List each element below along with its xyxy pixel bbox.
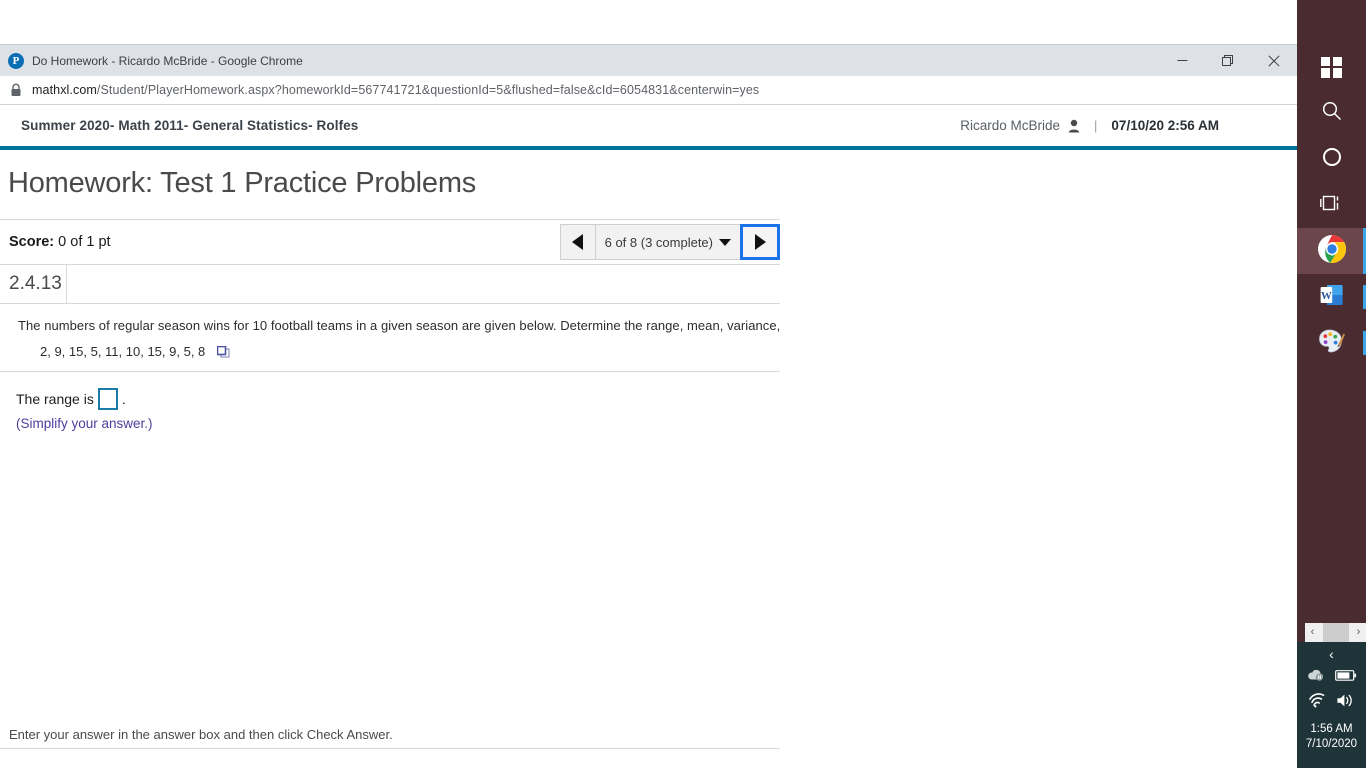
taskbar-item-word[interactable]: W: [1297, 274, 1366, 320]
page-title: Homework: Test 1 Practice Problems: [8, 167, 477, 199]
onedrive-paused-icon[interactable]: [1307, 668, 1325, 687]
url-path: /Student/PlayerHomework.aspx?homeworkId=…: [96, 83, 760, 97]
accent-rule: [0, 146, 1297, 150]
lock-icon: [10, 83, 22, 97]
window-controls: [1159, 45, 1297, 76]
cortana-icon: [1321, 146, 1343, 173]
user-avatar-icon[interactable]: [1068, 119, 1080, 133]
address-bar[interactable]: mathxl.com/Student/PlayerHomework.aspx?h…: [0, 76, 1297, 105]
windows-logo-icon: [1321, 56, 1342, 78]
triangle-right-icon: [754, 234, 766, 250]
question-data-set: 2, 9, 15, 5, 11, 10, 15, 9, 5, 8: [40, 344, 780, 359]
cortana-button[interactable]: [1297, 136, 1366, 182]
question-number: 2.4.13: [9, 273, 62, 294]
url-text: mathxl.com/Student/PlayerHomework.aspx?h…: [32, 83, 759, 97]
scroll-right-arrow[interactable]: ›: [1351, 623, 1366, 642]
question-number-row: 2.4.13: [0, 265, 780, 303]
answer-divider: [0, 371, 780, 372]
next-question-button[interactable]: [740, 224, 780, 260]
taskbar-scrollbar[interactable]: ‹ ›: [1305, 623, 1366, 642]
score-label: Score:: [9, 234, 55, 250]
course-header: Summer 2020- Math 2011- General Statisti…: [0, 105, 1297, 146]
chevron-down-icon: [719, 238, 731, 246]
pearson-p-icon: [8, 52, 24, 69]
windows-taskbar: W ‹ › ‹ 1:56 AM 7/10/2020: [1297, 0, 1366, 768]
taskbar-buttons: W: [1297, 44, 1366, 622]
taskbar-clock[interactable]: 1:56 AM 7/10/2020: [1297, 722, 1366, 752]
paint-icon: [1318, 328, 1346, 359]
battery-icon[interactable]: [1334, 669, 1357, 687]
wifi-icon[interactable]: [1308, 693, 1326, 713]
scroll-left-arrow[interactable]: ‹: [1305, 623, 1320, 642]
tray-icon-row-2: [1297, 693, 1366, 713]
system-tray: ‹ 1:56 AM 7/10/2020: [1297, 642, 1366, 768]
simplify-note: (Simplify your answer.): [16, 416, 153, 431]
score-and-nav-row: Score: 0 of 1 pt 6 of 8 (3 complete): [0, 220, 780, 264]
scrollbar-thumb[interactable]: [1322, 623, 1349, 642]
question-navigator: 6 of 8 (3 complete): [559, 224, 780, 260]
browser-tab-title: Do Homework - Ricardo McBride - Google C…: [32, 53, 303, 68]
answer-suffix-label: .: [121, 391, 126, 407]
question-number-divider: [66, 265, 67, 303]
question-position-label: 6 of 8 (3 complete): [604, 234, 713, 250]
question-body: The numbers of regular season wins for 1…: [0, 304, 780, 359]
score-display: Score: 0 of 1 pt: [9, 234, 111, 250]
chrome-browser-window: Do Homework - Ricardo McBride - Google C…: [0, 44, 1297, 768]
triangle-left-icon: [572, 234, 584, 250]
screen: Do Homework - Ricardo McBride - Google C…: [0, 0, 1366, 768]
browser-title-bar: Do Homework - Ricardo McBride - Google C…: [0, 45, 1297, 76]
answer-line: The range is .: [16, 388, 1297, 410]
start-button[interactable]: [1297, 44, 1366, 90]
taskbar-search-button[interactable]: [1297, 90, 1366, 136]
taskbar-item-paint[interactable]: [1297, 320, 1366, 366]
question-prompt: The numbers of regular season wins for 1…: [18, 318, 780, 333]
header-separator: |: [1094, 118, 1098, 133]
taskbar-item-chrome[interactable]: [1297, 228, 1366, 274]
course-title: Summer 2020- Math 2011- General Statisti…: [21, 118, 359, 133]
score-value: 0 of 1 pt: [58, 234, 111, 250]
desktop-background-strip: [0, 0, 1366, 44]
answer-area: The range is . (Simplify your answer.): [0, 388, 1297, 431]
footer-divider: [0, 748, 780, 749]
url-host: mathxl.com: [32, 83, 97, 97]
search-icon: [1320, 99, 1344, 128]
header-datetime: 07/10/20 2:56 AM: [1111, 118, 1219, 133]
task-view-button[interactable]: [1297, 182, 1366, 228]
chrome-icon: [1317, 234, 1347, 269]
footer-instruction: Enter your answer in the answer box and …: [9, 727, 393, 742]
header-user-area: Ricardo McBride | 07/10/20 2:56 AM: [960, 105, 1219, 146]
show-hidden-icons-button[interactable]: ‹: [1297, 642, 1366, 662]
tray-icon-row-1: [1297, 668, 1366, 687]
close-button[interactable]: [1251, 45, 1297, 76]
clock-date: 7/10/2020: [1305, 738, 1358, 750]
minimize-button[interactable]: [1159, 45, 1205, 76]
word-icon: W: [1318, 281, 1346, 314]
volume-icon[interactable]: [1336, 693, 1356, 713]
task-view-icon: [1319, 193, 1344, 218]
user-name: Ricardo McBride: [960, 118, 1061, 133]
mathxl-page: Summer 2020- Math 2011- General Statisti…: [0, 105, 1297, 768]
answer-prefix-label: The range is: [16, 391, 94, 407]
clock-time: 1:56 AM: [1310, 723, 1353, 735]
data-values: 2, 9, 15, 5, 11, 10, 15, 9, 5, 8: [40, 344, 206, 359]
previous-question-button[interactable]: [559, 224, 595, 260]
restore-button[interactable]: [1205, 45, 1251, 76]
question-position-dropdown[interactable]: 6 of 8 (3 complete): [594, 224, 741, 260]
answer-input[interactable]: [97, 388, 118, 410]
open-in-new-window-icon[interactable]: [216, 345, 230, 358]
svg-text:W: W: [1320, 290, 1331, 302]
